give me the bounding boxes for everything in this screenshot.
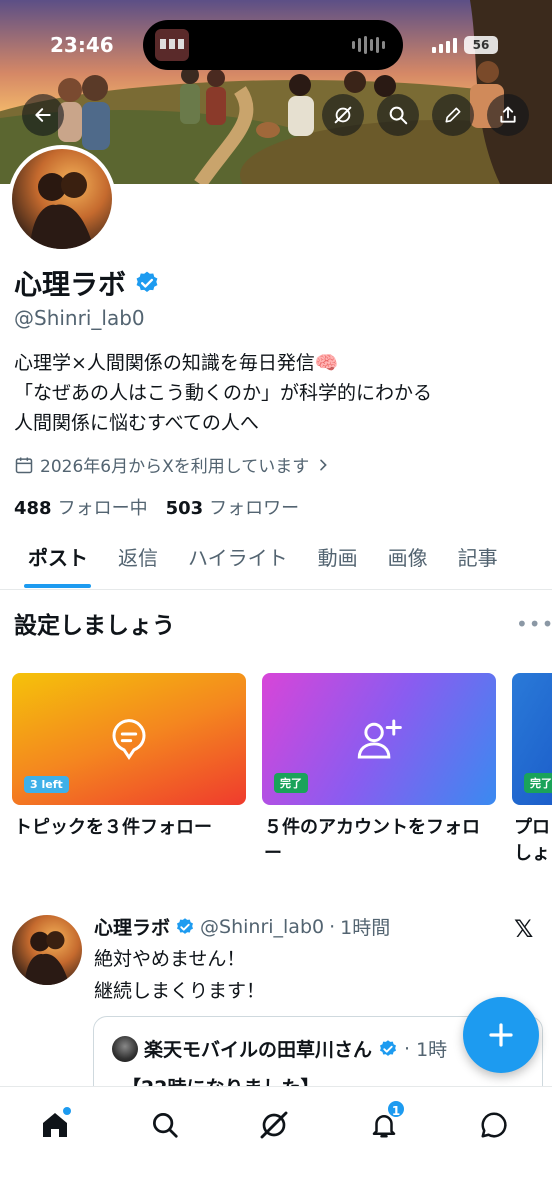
quoted-timestamp: 1時	[416, 1039, 448, 1061]
audio-waveform-icon	[352, 36, 385, 54]
profile-name-row: 心理ラボ	[14, 263, 160, 303]
pencil-icon	[445, 107, 461, 123]
grok-icon	[334, 106, 352, 124]
profile-tabs: ポスト 返信 ハイライト 動画 画像 記事	[0, 538, 552, 590]
nav-notifications[interactable]: 1	[364, 1099, 406, 1145]
joined-date-row[interactable]: 2026年6月からXを利用しています	[14, 452, 331, 477]
following-link[interactable]: 488 フォロー中	[14, 494, 148, 520]
share-button[interactable]	[487, 94, 529, 136]
profile-avatar[interactable]	[8, 145, 116, 253]
complete-badge: 完了	[274, 773, 308, 793]
setup-card-follow[interactable]: 完了	[262, 673, 496, 805]
add-user-icon	[357, 719, 402, 759]
verified-badge-icon	[177, 917, 194, 934]
tweet-text: 絶対やめません！ 継続しまくります！	[94, 943, 265, 1007]
more-options-icon[interactable]: •••	[516, 612, 552, 636]
edit-button[interactable]	[432, 94, 474, 136]
tweet-line: 絶対やめません！	[94, 948, 246, 970]
search-icon	[153, 1113, 178, 1138]
search-button[interactable]	[377, 94, 419, 136]
nav-messages[interactable]	[474, 1105, 514, 1145]
tweet-separator: ·	[329, 915, 336, 938]
tab-posts[interactable]: ポスト	[0, 538, 103, 590]
profile-bio: 心理学×人間関係の知識を毎日発信🧠 「なぜあの人はこう動くのか」が科学的にわかる…	[14, 348, 432, 438]
now-playing-thumbnail	[155, 29, 189, 61]
notification-badge: 1	[386, 1099, 406, 1119]
setup-card-topics[interactable]: 3 left	[12, 673, 246, 805]
bio-line: 「なぜあの人はこう動くのか」が科学的にわかる	[14, 382, 433, 404]
progress-badge: 3 left	[24, 776, 69, 793]
topic-bubble-icon	[112, 719, 146, 761]
bio-line: 心理学×人間関係の知識を毎日発信🧠	[14, 352, 339, 374]
verified-badge-icon	[136, 271, 158, 292]
quoted-author-name: 楽天モバイルの田草川さん	[144, 1039, 373, 1061]
plus-icon	[489, 1023, 513, 1047]
quoted-separator: ·	[404, 1037, 411, 1060]
tweet-avatar[interactable]	[12, 915, 82, 985]
follow-stats: 488 フォロー中 503 フォロワー	[14, 494, 299, 520]
following-count: 488	[14, 498, 52, 519]
share-icon	[500, 106, 516, 123]
bio-line: 人間関係に悩むすべての人へ	[14, 412, 259, 434]
grok-button[interactable]	[322, 94, 364, 136]
dynamic-island[interactable]	[143, 20, 403, 70]
tweet-timestamp[interactable]: 1時間	[340, 913, 390, 940]
tweet-header: 心理ラボ @Shinri_lab0 · 1時間	[94, 913, 390, 940]
joined-date: 2026年6月からXを利用しています	[40, 457, 310, 477]
x-logo-icon[interactable]: 𝕏	[514, 915, 533, 943]
quoted-avatar	[112, 1035, 138, 1062]
followers-link[interactable]: 503 フォロワー	[166, 494, 300, 520]
battery-indicator: 56	[464, 36, 498, 54]
back-button[interactable]	[22, 94, 64, 136]
back-arrow-icon	[35, 108, 51, 122]
complete-badge: 完了	[524, 773, 552, 793]
message-bubble-icon	[481, 1112, 507, 1138]
tweet-author-name[interactable]: 心理ラボ	[94, 913, 170, 940]
grok-icon	[260, 1111, 288, 1139]
tweet-author-handle: @Shinri_lab0	[200, 915, 325, 938]
tab-articles[interactable]: 記事	[443, 538, 513, 590]
quoted-tweet-header: 楽天モバイルの田草川さん · 1時	[112, 1035, 447, 1062]
tweet-line: 継続しまくります！	[94, 980, 266, 1002]
followers-label: フォロワー	[209, 498, 300, 519]
unread-dot	[63, 1107, 71, 1115]
bottom-navigation: 1	[0, 1086, 552, 1200]
setup-card-label: プロ しょ	[514, 817, 550, 864]
setup-card-label: ５件のアカウントをフォロー	[264, 817, 480, 864]
verified-badge-icon	[380, 1039, 397, 1056]
profile-name: 心理ラボ	[14, 268, 127, 301]
calendar-icon	[15, 457, 33, 473]
setup-card-label: トピックを３件フォロー	[14, 817, 212, 838]
tab-replies[interactable]: 返信	[103, 538, 173, 590]
status-bar: 23:46 56	[0, 0, 552, 70]
following-label: フォロー中	[57, 498, 148, 519]
setup-card-profile[interactable]: 完了	[512, 673, 552, 805]
cellular-signal-icon	[432, 38, 457, 53]
search-icon	[389, 106, 408, 125]
nav-grok[interactable]	[254, 1105, 294, 1145]
tab-videos[interactable]: 動画	[303, 538, 373, 590]
compose-button[interactable]	[463, 997, 539, 1073]
tab-highlights[interactable]: ハイライト	[173, 538, 303, 590]
followers-count: 503	[165, 498, 204, 519]
chevron-right-icon	[320, 459, 328, 470]
nav-search[interactable]	[145, 1105, 185, 1145]
nav-home[interactable]	[35, 1105, 75, 1145]
profile-handle: @Shinri_lab0	[14, 306, 145, 330]
setup-title: 設定しましょう	[14, 613, 175, 639]
clock: 23:46	[50, 33, 114, 57]
tab-images[interactable]: 画像	[373, 538, 443, 590]
